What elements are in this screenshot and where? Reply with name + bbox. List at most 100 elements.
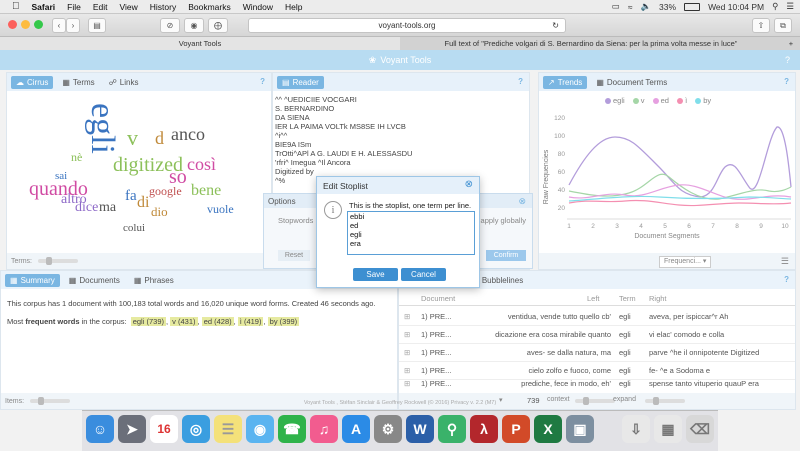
cloud-word[interactable]: anco bbox=[171, 125, 205, 143]
frequent-word[interactable]: by (399) bbox=[267, 317, 300, 326]
tab-full-text[interactable]: Full text of "Prediche volgari di S. Ber… bbox=[401, 37, 781, 50]
col-document[interactable]: Document bbox=[421, 294, 455, 303]
airplay-icon[interactable]: ▭ bbox=[612, 1, 620, 12]
cloud-word[interactable]: fa bbox=[125, 189, 137, 204]
close-icon[interactable]: ⊗ bbox=[465, 179, 473, 190]
menu-view[interactable]: View bbox=[119, 2, 137, 12]
expand-row-icon[interactable]: ⊞ bbox=[404, 312, 410, 321]
cloud-word[interactable]: colui bbox=[123, 223, 145, 234]
expand-row-icon[interactable]: ⊞ bbox=[404, 348, 410, 357]
sidebar-toggle-icon[interactable]: ▤ bbox=[88, 18, 106, 33]
table-row[interactable]: ⊞ 1) PRE... dicazione era cosa mirabile … bbox=[399, 325, 795, 344]
notes-icon[interactable]: ☰ bbox=[214, 415, 242, 443]
cloud-word[interactable]: di bbox=[137, 195, 149, 211]
legend-item[interactable]: ì bbox=[677, 96, 687, 105]
close-window-button[interactable] bbox=[8, 20, 17, 29]
menu-help[interactable]: Help bbox=[285, 2, 302, 12]
tab-links[interactable]: ☍ Links bbox=[104, 76, 144, 89]
facetime-icon[interactable]: ☎ bbox=[278, 415, 306, 443]
apple-menu-icon[interactable]:  bbox=[12, 1, 20, 12]
share-icon[interactable]: ⇧ bbox=[752, 18, 770, 33]
series-by[interactable] bbox=[568, 195, 792, 202]
tab-cirrus[interactable]: ☁ Cirrus bbox=[11, 75, 54, 89]
trends-chart[interactable]: Raw Frequencies 20 40 60 80 100 120 1 2 … bbox=[539, 107, 795, 237]
tabs-overview-icon[interactable]: ⧉ bbox=[774, 18, 792, 33]
cloud-word[interactable]: ma bbox=[99, 201, 116, 215]
launchpad-icon[interactable]: ➤ bbox=[118, 415, 146, 443]
search-icon[interactable]: ⚲ bbox=[772, 1, 778, 12]
reader-help-icon[interactable]: ? bbox=[518, 77, 523, 86]
menu-history[interactable]: History bbox=[150, 2, 176, 12]
finder-icon[interactable]: ☺ bbox=[86, 415, 114, 443]
cloud-word[interactable]: google bbox=[149, 185, 182, 197]
zoom-window-button[interactable] bbox=[34, 20, 43, 29]
volume-icon[interactable]: 🔈 bbox=[640, 1, 651, 12]
trends-help-icon[interactable]: ? bbox=[784, 77, 789, 86]
help-icon[interactable]: ? bbox=[785, 55, 790, 65]
frequencies-select[interactable]: Frequenci... ▾ bbox=[659, 256, 712, 268]
cloud-word[interactable]: bene bbox=[191, 183, 221, 199]
stoplist-textarea[interactable]: ebbi ed egli era bbox=[347, 211, 475, 255]
cloud-word[interactable]: nè bbox=[71, 151, 82, 163]
cloud-word[interactable]: sai bbox=[55, 171, 67, 182]
calendar-icon[interactable]: 16 bbox=[150, 415, 178, 443]
trash-icon[interactable]: ⌫ bbox=[686, 415, 714, 443]
cloud-word[interactable]: d bbox=[155, 129, 164, 147]
menu-list-icon[interactable]: ☰ bbox=[786, 1, 794, 12]
series-egli[interactable] bbox=[568, 126, 792, 198]
privacy-icon[interactable]: ◉ bbox=[184, 18, 204, 33]
new-tab-button[interactable]: + bbox=[782, 37, 800, 50]
cancel-button[interactable]: Cancel bbox=[401, 268, 446, 281]
menu-bookmarks[interactable]: Bookmarks bbox=[188, 2, 231, 12]
table-row[interactable]: ⊞ 1) PRE... prediche, fece in modo, eh' … bbox=[399, 377, 795, 389]
cloud-word[interactable]: vuole bbox=[207, 203, 234, 215]
reset-button[interactable]: Reset bbox=[278, 250, 310, 261]
clock[interactable]: Wed 10:04 PM bbox=[708, 2, 764, 12]
reload-icon[interactable]: ↻ bbox=[552, 21, 559, 30]
apply-globally-checkbox[interactable]: apply globally bbox=[481, 216, 526, 225]
legend-item[interactable]: by bbox=[695, 96, 711, 105]
cloud-word[interactable]: così bbox=[187, 155, 216, 173]
tab-terms[interactable]: ▦ Terms bbox=[57, 76, 99, 89]
cloud-word[interactable]: altro bbox=[61, 193, 87, 207]
system-preferences-icon[interactable]: ⚙ bbox=[374, 415, 402, 443]
expand-row-icon[interactable]: ⊞ bbox=[404, 379, 410, 388]
frequent-word[interactable]: egli (739) bbox=[130, 317, 166, 326]
forward-button[interactable]: › bbox=[66, 18, 80, 33]
series-i[interactable] bbox=[568, 199, 792, 207]
expand-row-icon[interactable]: ⊞ bbox=[404, 330, 410, 339]
downloads-icon[interactable]: ⇩ bbox=[622, 415, 650, 443]
wifi-icon[interactable]: ≈ bbox=[628, 2, 633, 12]
table-row[interactable]: ⊞ 1) PRE... ventidua, vende tutto quello… bbox=[399, 307, 795, 326]
cloud-word[interactable]: dio bbox=[151, 205, 168, 218]
tab-voyant[interactable]: Voyant Tools bbox=[0, 37, 400, 50]
menu-window[interactable]: Window bbox=[243, 2, 273, 12]
messages-icon[interactable]: ◉ bbox=[246, 415, 274, 443]
back-button[interactable]: ‹ bbox=[52, 18, 66, 33]
excel-icon[interactable]: X bbox=[534, 415, 562, 443]
save-button[interactable]: Save bbox=[353, 268, 398, 281]
list-icon[interactable]: ☰ bbox=[781, 256, 789, 267]
menu-safari[interactable]: Safari bbox=[32, 2, 56, 12]
powerpoint-icon[interactable]: P bbox=[502, 415, 530, 443]
menu-file[interactable]: File bbox=[67, 2, 81, 12]
cirrus-help-icon[interactable]: ? bbox=[260, 77, 265, 86]
legend-item[interactable]: egli bbox=[605, 96, 625, 105]
tab-summary[interactable]: ▦ Summary bbox=[5, 273, 60, 287]
options-close-icon[interactable]: ⊗ bbox=[518, 196, 526, 207]
maps-icon[interactable]: ⚲ bbox=[438, 415, 466, 443]
frequent-word[interactable]: ed (428) bbox=[201, 317, 234, 326]
pinterest-icon[interactable]: ⨁ bbox=[208, 18, 228, 33]
tab-phrases[interactable]: ▦ Phrases bbox=[129, 274, 179, 287]
cloud-word[interactable]: egli bbox=[84, 103, 121, 154]
preview-icon[interactable]: ▣ bbox=[566, 415, 594, 443]
legend-item[interactable]: v bbox=[632, 96, 645, 105]
address-bar[interactable]: voyant-tools.org ↻ bbox=[248, 18, 566, 33]
confirm-button[interactable]: Confirm bbox=[486, 250, 526, 261]
tab-documents[interactable]: ▦ Documents bbox=[64, 274, 125, 287]
minimize-window-button[interactable] bbox=[21, 20, 30, 29]
tab-reader[interactable]: ▤ Reader bbox=[277, 75, 324, 89]
contexts-help-icon[interactable]: ? bbox=[784, 275, 789, 284]
col-left[interactable]: Left bbox=[587, 294, 600, 303]
legend-item[interactable]: ed bbox=[652, 96, 669, 105]
